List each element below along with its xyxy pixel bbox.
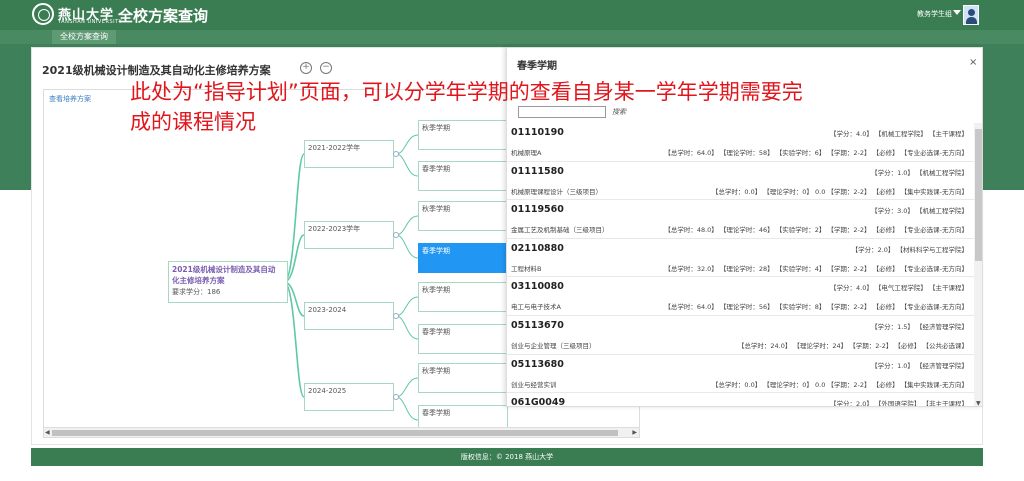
- list-item[interactable]: 05113680 【学分：1.0】 【经济管理学院】 创业与经营实训 【总学时：…: [507, 355, 974, 394]
- scroll-right-icon[interactable]: ▶: [632, 429, 637, 436]
- term-node[interactable]: 秋季学期: [418, 282, 508, 312]
- term-node[interactable]: 秋季学期: [418, 201, 508, 231]
- course-detail: 【总学时：0.0】 【理论学时：0】 0.0 【学期：2-2】 【必修】 【集中…: [711, 187, 968, 196]
- app-title: 全校方案查询: [118, 7, 209, 25]
- annotation-text-line2: 成的课程情况: [130, 110, 256, 134]
- branch-line: [395, 315, 419, 340]
- plan-title: 2021级机械设计制造及其自动化主修培养方案: [42, 64, 271, 77]
- course-code: 02110880: [511, 242, 564, 254]
- course-code: 05113680: [511, 358, 564, 370]
- course-detail: 【总学时：24.0】 【理论学时：24】 【学期：2-2】 【必修】 【公共必选…: [737, 341, 968, 350]
- term-node[interactable]: 秋季学期: [418, 363, 508, 393]
- course-code: 05113670: [511, 319, 564, 331]
- course-name: 创业与企业管理（三级项目）: [511, 341, 596, 350]
- top-header: 燕山大学 YANSHAN UNIVERSITY 全校方案查询 教务学生组: [0, 0, 1024, 30]
- course-code: 01119560: [511, 204, 564, 216]
- course-detail: 【总学时：0.0】 【理论学时：0】 0.0 【学期：2-2】 【必修】 【集中…: [711, 380, 968, 389]
- user-menu-label[interactable]: 教务学生组: [917, 9, 952, 19]
- course-tags: 【学分：1.0】 【经济管理学院】: [871, 361, 968, 370]
- branch-line: [395, 215, 419, 236]
- root-credits: 要求学分：186: [172, 288, 221, 296]
- search-input[interactable]: [518, 106, 606, 118]
- logo-subtext: YANSHAN UNIVERSITY: [58, 19, 123, 25]
- course-tags: 【学分：4.0】 【电气工程学院】 【主干课程】: [830, 284, 968, 293]
- year-node[interactable]: 2024-2025: [304, 383, 394, 411]
- vertical-scrollbar[interactable]: ▼: [974, 123, 982, 406]
- course-name: 金属工艺及机制基础（三级项目）: [511, 226, 609, 235]
- course-detail: 【总学时：48.0】 【理论学时：46】 【实验学时：2】 【学期：2-2】 【…: [664, 226, 968, 235]
- footer-copyright: 版权信息：© 2018 燕山大学: [31, 448, 983, 466]
- branch-line: [395, 153, 419, 177]
- list-item[interactable]: 01110190 【学分：4.0】 【机械工程学院】 【主干课程】 机械原理A …: [507, 123, 974, 162]
- horizontal-scrollbar[interactable]: ◀ ▶: [44, 427, 639, 437]
- course-tags: 【学分：1.0】 【机械工程学院】: [871, 168, 968, 177]
- list-item[interactable]: 01111580 【学分：1.0】 【机械工程学院】 机械原理课程设计（三级项目…: [507, 162, 974, 201]
- course-code: 061G0049: [511, 397, 566, 407]
- list-item[interactable]: 01119560 【学分：3.0】 【机械工程学院】 金属工艺及机制基础（三级项…: [507, 200, 974, 239]
- avatar[interactable]: [963, 5, 979, 25]
- university-logo-icon: [32, 3, 54, 25]
- course-tags: 【学分：2.0】 【外国语学院】 【非主干课程】: [830, 400, 968, 407]
- course-name: 电工与电子技术A: [511, 303, 561, 312]
- search-label: 搜索: [612, 108, 626, 116]
- annotation-text-line1: 此处为“指导计划”页面，可以分学年学期的查看自身某一学年学期需要完: [130, 80, 803, 104]
- course-tags: 【学分：4.0】 【机械工程学院】 【主干课程】: [830, 130, 968, 138]
- term-node[interactable]: 秋季学期: [418, 120, 508, 150]
- course-detail: 【总学时：64.0】 【理论学时：56】 【实验学时：8】 【学期：2-2】 【…: [664, 303, 968, 312]
- list-item[interactable]: 061G0049 【学分：2.0】 【外国语学院】 【非主干课程】: [507, 393, 974, 407]
- branch-line: [395, 296, 419, 317]
- list-item[interactable]: 02110880 【学分：2.0】 【材料科学与工程学院】 工程材料B 【总学时…: [507, 239, 974, 278]
- collapse-toggle-icon[interactable]: [393, 313, 399, 319]
- course-name: 机械原理A: [511, 149, 542, 157]
- scrollbar-thumb[interactable]: [52, 430, 618, 436]
- nav-bar: [0, 30, 1024, 44]
- list-item[interactable]: 03110080 【学分：4.0】 【电气工程学院】 【主干课程】 电工与电子技…: [507, 277, 974, 316]
- list-item[interactable]: 05113670 【学分：1.5】 【经济管理学院】 创业与企业管理（三级项目）…: [507, 316, 974, 355]
- root-title-line1: 2021级机械设计制造及其自动: [172, 265, 276, 274]
- course-name: 机械原理课程设计（三级项目）: [511, 187, 602, 196]
- nav-tab-scheme-query[interactable]: 全校方案查询: [52, 30, 116, 44]
- course-tags: 【学分：2.0】 【材料科学与工程学院】: [851, 245, 968, 254]
- scroll-left-icon[interactable]: ◀: [45, 429, 50, 436]
- year-node[interactable]: 2021-2022学年: [304, 140, 394, 168]
- term-panel-title: 春季学期: [517, 61, 557, 72]
- course-code: 03110080: [511, 281, 564, 293]
- course-name: 创业与经营实训: [511, 380, 557, 389]
- close-icon[interactable]: ×: [969, 57, 977, 68]
- branch-line: [395, 396, 419, 421]
- scrollbar-thumb[interactable]: [975, 129, 982, 261]
- collapse-toggle-icon[interactable]: [393, 394, 399, 400]
- course-detail: 【总学时：64.0】 【理论学时：58】 【实验学时：6】 【学期：2-2】 【…: [664, 149, 968, 157]
- course-name: 工程材料B: [511, 264, 542, 273]
- term-node-active[interactable]: 春季学期: [418, 243, 508, 273]
- course-tags: 【学分：1.5】 【经济管理学院】: [871, 322, 968, 331]
- term-node[interactable]: 春季学期: [418, 324, 508, 354]
- collapse-toggle-icon[interactable]: [393, 232, 399, 238]
- branch-line: [395, 377, 419, 398]
- term-node[interactable]: 春季学期: [418, 161, 508, 191]
- plan-root-node[interactable]: 2021级机械设计制造及其自动 化主修培养方案 要求学分：186: [168, 261, 288, 303]
- branch-line: [395, 134, 419, 155]
- branch-line: [395, 234, 419, 259]
- zoom-in-icon[interactable]: +: [300, 62, 312, 74]
- year-node[interactable]: 2023-2024: [304, 302, 394, 330]
- collapse-toggle-icon[interactable]: [393, 151, 399, 157]
- course-code: 01111580: [511, 165, 564, 177]
- course-list: 01110190 【学分：4.0】 【机械工程学院】 【主干课程】 机械原理A …: [507, 123, 974, 407]
- scroll-down-icon[interactable]: ▼: [976, 400, 981, 406]
- user-menu-caret-icon[interactable]: [953, 10, 961, 15]
- course-detail: 【总学时：32.0】 【理论学时：28】 【实验学时：4】 【学期：2-2】 【…: [664, 264, 968, 273]
- year-node[interactable]: 2022-2023学年: [304, 221, 394, 249]
- course-tags: 【学分：3.0】 【机械工程学院】: [871, 207, 968, 216]
- root-title-line2: 化主修培养方案: [172, 276, 225, 285]
- course-code: 01110190: [511, 127, 564, 138]
- zoom-out-icon[interactable]: −: [320, 62, 332, 74]
